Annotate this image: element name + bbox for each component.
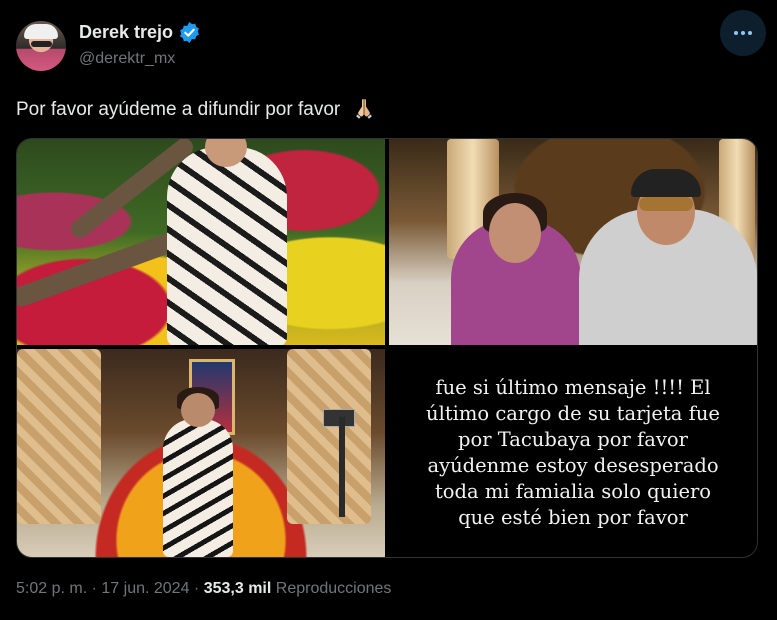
tweet-date[interactable]: 17 jun. 2024 <box>101 580 189 597</box>
author-name[interactable]: Derek trejo <box>79 22 173 43</box>
author-handle[interactable]: @derektr_mx <box>79 50 175 68</box>
photo-story-text[interactable]: fue si último mensaje !!!! El último car… <box>389 349 757 557</box>
tweet-meta: 5:02 p. m. · 17 jun. 2024 · 353,3 mil Re… <box>16 580 391 598</box>
meta-separator: · <box>91 580 97 597</box>
tree-branch <box>17 228 185 310</box>
story-line: ayúdenme estoy desesperado <box>427 454 719 477</box>
more-dot-icon <box>741 31 745 35</box>
woman-head <box>205 139 247 167</box>
media-grid[interactable]: fue si último mensaje !!!! El último car… <box>16 138 758 558</box>
story-line: fue si último mensaje !!!! El <box>435 376 711 399</box>
views-label: Reproducciones <box>275 580 392 597</box>
tweet-text: Por favor ayúdeme a difundir por favor <box>16 96 376 121</box>
more-dot-icon <box>734 31 738 35</box>
more-options-button[interactable] <box>720 10 766 56</box>
story-line: toda mi famialia solo quiero <box>434 480 712 503</box>
story-line: que esté bien por favor <box>458 506 688 529</box>
woman-figure <box>167 139 287 345</box>
views-count[interactable]: 353,3 mil <box>204 580 272 597</box>
man-sunglasses <box>639 197 693 211</box>
tweet-body: Por favor ayúdeme a difundir por favor <box>16 99 341 120</box>
man-figure <box>579 169 757 345</box>
story-message: fue si último mensaje !!!! El último car… <box>389 349 757 557</box>
more-dot-icon <box>748 31 752 35</box>
photo-garden[interactable] <box>17 139 385 345</box>
mall-pillar <box>17 349 101 524</box>
photo-mall[interactable] <box>17 349 385 557</box>
story-line: último cargo de su tarjeta fue <box>426 402 720 425</box>
story-line: por Tacubaya por favor <box>458 428 688 451</box>
woman-figure <box>451 193 581 345</box>
woman-face <box>489 203 541 263</box>
tweet-time[interactable]: 5:02 p. m. <box>16 580 87 597</box>
sign-post <box>339 417 345 517</box>
folded-hands-icon <box>355 99 372 119</box>
avatar-sunglasses <box>31 41 52 47</box>
woman-head <box>181 393 215 427</box>
man-cap <box>631 169 701 197</box>
avatar-cap <box>24 24 58 39</box>
author-name-row: Derek trejo <box>79 22 200 43</box>
verified-badge-icon <box>180 22 199 43</box>
mall-pillar <box>287 349 371 524</box>
woman-figure <box>163 387 233 557</box>
meta-separator: · <box>193 580 200 597</box>
photo-selfie[interactable] <box>389 139 757 345</box>
author-avatar[interactable] <box>16 21 66 71</box>
